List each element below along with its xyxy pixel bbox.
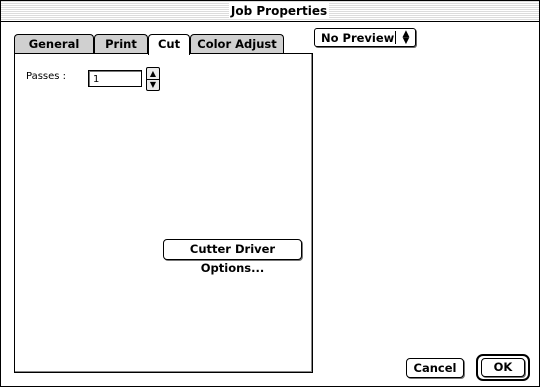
cutter-driver-options-button[interactable]: Cutter Driver Options... <box>163 239 302 275</box>
tab-print[interactable]: Print <box>94 34 148 54</box>
preview-select-divider <box>395 31 396 44</box>
passes-stepper[interactable]: ▲ ▼ <box>146 67 160 91</box>
passes-input[interactable]: 1 <box>88 70 142 87</box>
up-down-arrows-icon: ▲ ▼ <box>402 29 410 46</box>
preview-select[interactable]: No Preview ▲ ▼ <box>314 28 416 47</box>
cancel-button[interactable]: Cancel <box>406 358 464 378</box>
tab-general[interactable]: General <box>14 34 94 54</box>
arrow-down-icon[interactable]: ▼ <box>147 79 159 90</box>
title-bar[interactable]: Job Properties <box>1 1 539 22</box>
preview-select-value: No Preview <box>321 31 395 45</box>
tab-color-adjust[interactable]: Color Adjust <box>190 34 284 54</box>
window-title: Job Properties <box>230 4 328 18</box>
ok-button[interactable]: OK <box>481 358 525 377</box>
passes-label: Passes : <box>26 71 67 82</box>
cut-tab-panel <box>14 53 313 373</box>
tab-cut[interactable]: Cut <box>148 34 190 55</box>
